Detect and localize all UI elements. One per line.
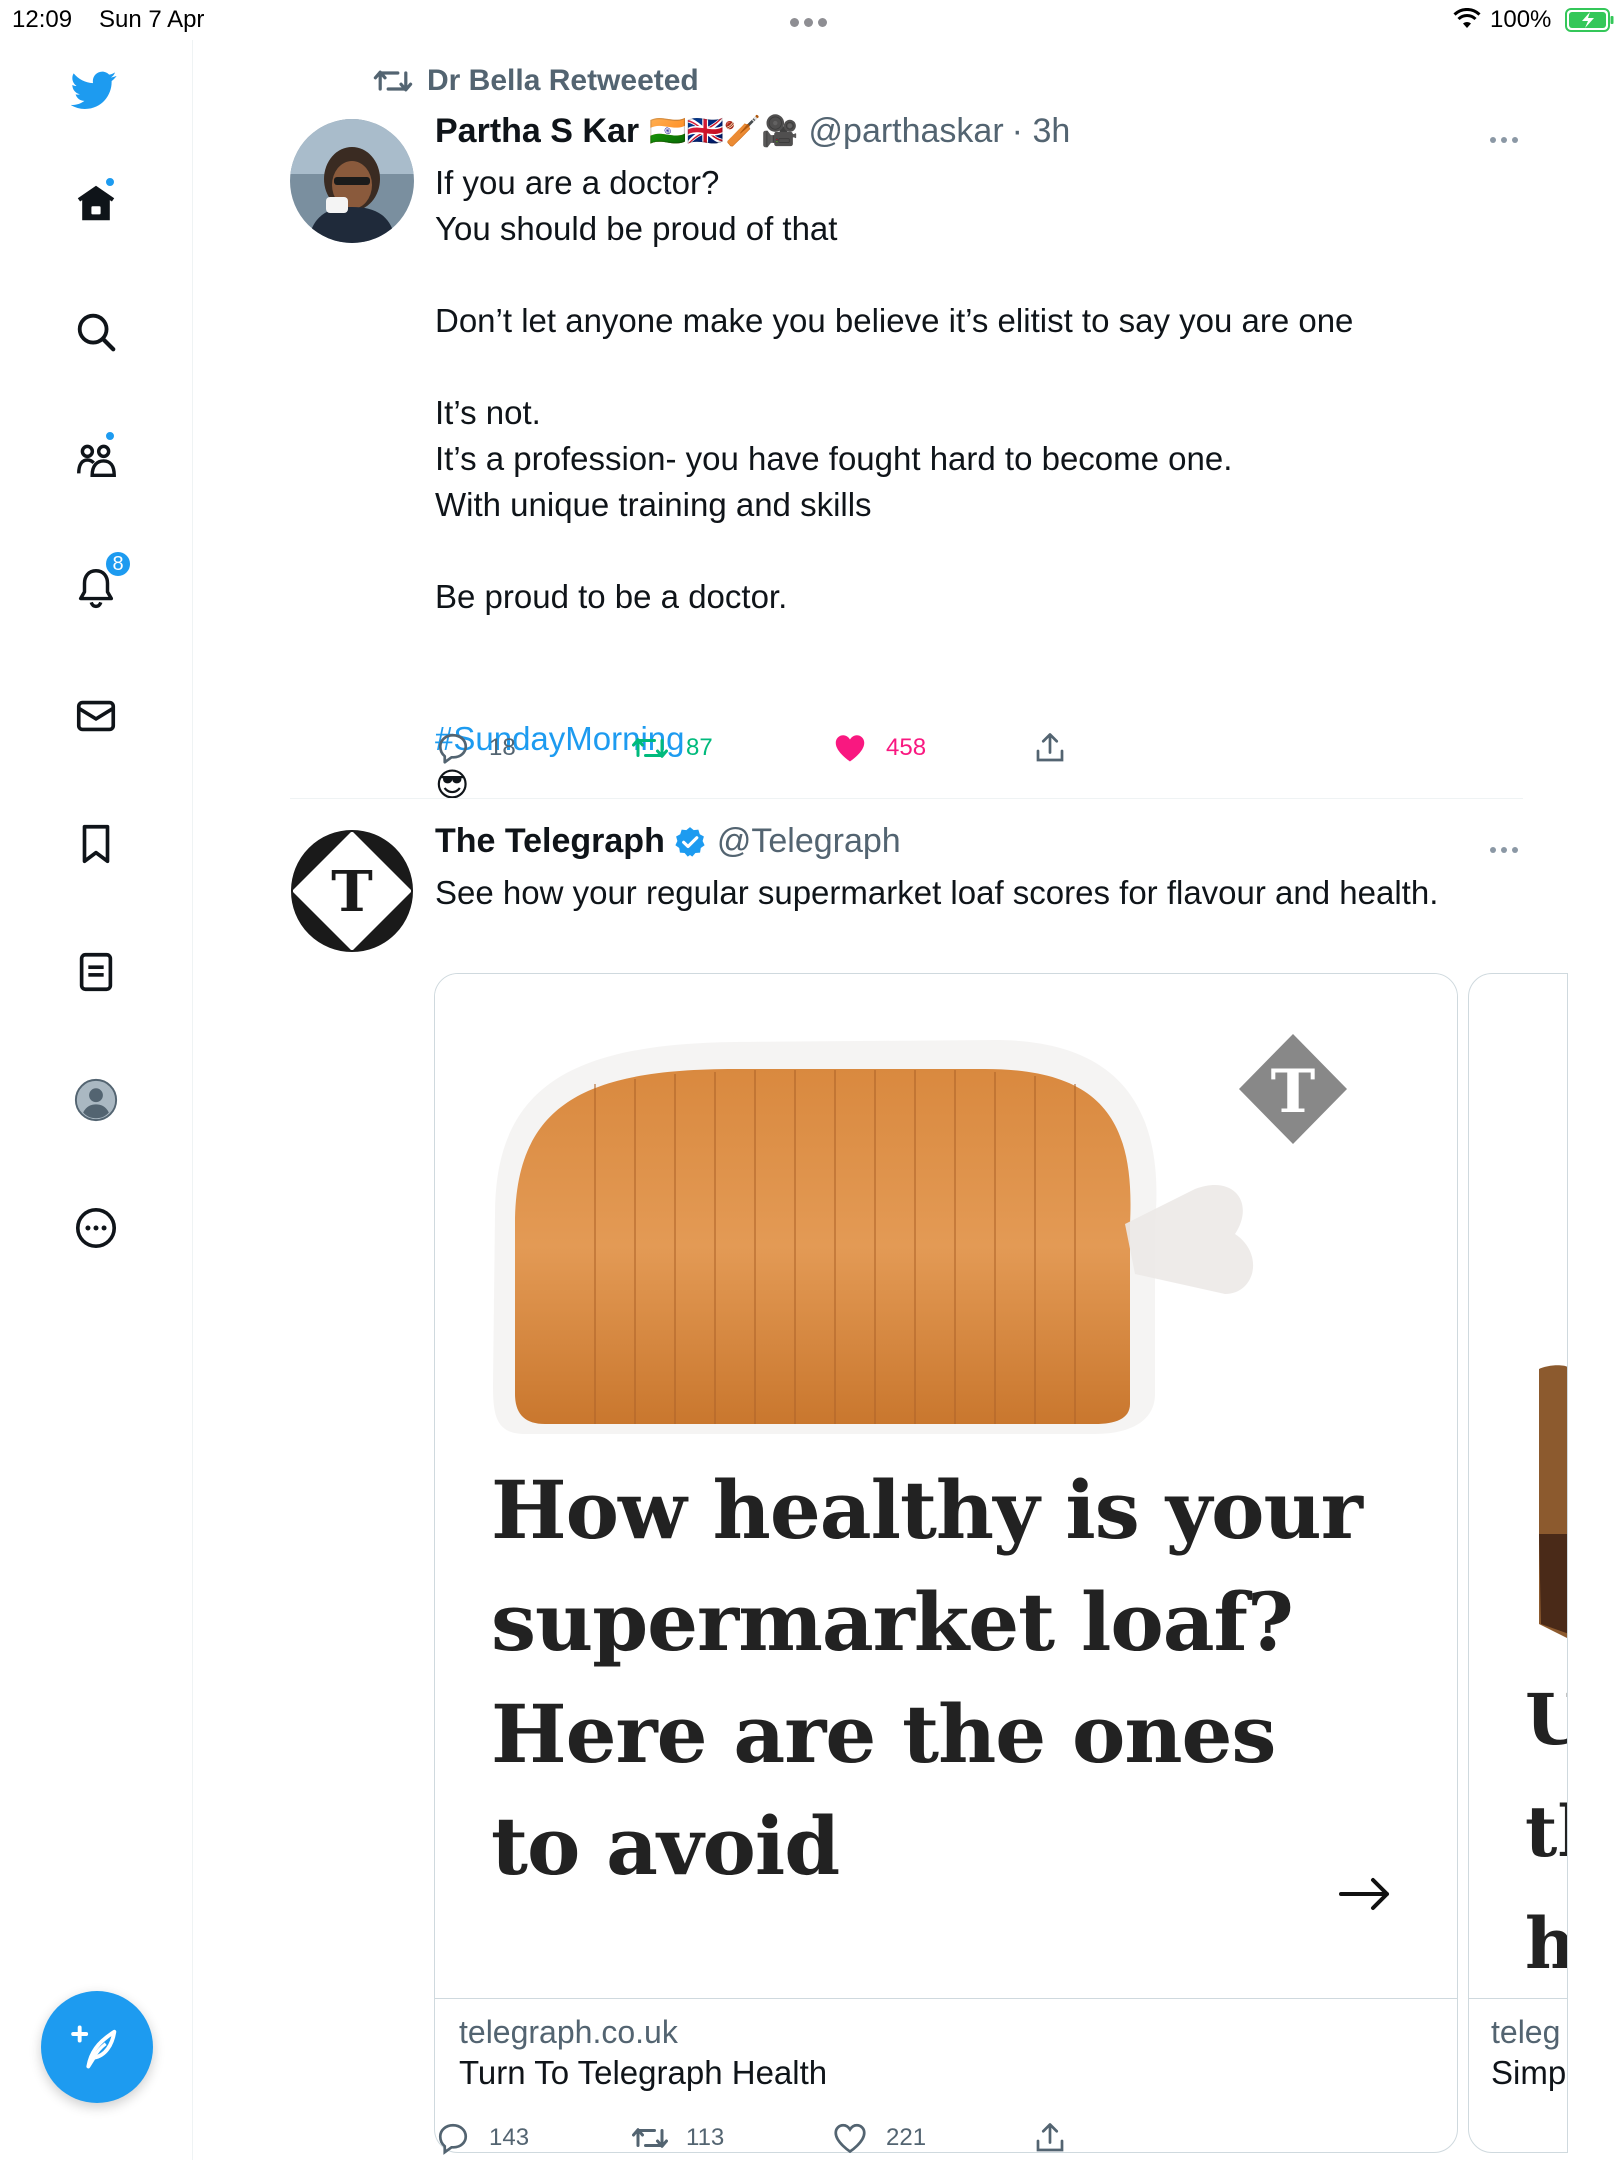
tweet1-time[interactable]: · 3h (1012, 112, 1071, 151)
status-date: Sun 7 Apr (99, 6, 205, 33)
status-bar: 12:09 Sun 7 Apr 100% (0, 0, 1620, 40)
status-time: 12:09 (12, 6, 73, 33)
notifications-badge-count: 8 (104, 550, 132, 578)
home-badge-dot (104, 176, 116, 188)
tweet2-like-count: 221 (886, 2124, 927, 2151)
card-headline: How healthy is your supermarket loaf? He… (491, 1463, 1363, 1893)
communities-badge-dot (104, 430, 116, 442)
tweet2-actions: 143 113 221 (435, 2120, 1135, 2160)
tweet2-share-button[interactable] (1032, 2120, 1086, 2156)
profile-avatar-icon[interactable] (70, 1074, 122, 1126)
twitter-bird-icon[interactable] (68, 64, 120, 116)
bookmarks-icon[interactable] (70, 818, 122, 870)
link-card-2-partial[interactable]: U tl h teleg Simp (1468, 973, 1568, 2153)
link-card[interactable]: T How healthy is your supermarket loaf? … (434, 973, 1458, 2153)
tweet2-reply-button[interactable]: 143 (435, 2120, 529, 2156)
verified-badge-icon (675, 826, 705, 857)
author-avatar-partha[interactable] (290, 119, 414, 243)
telegraph-logo-avatar: T (290, 829, 414, 953)
tweet1-like-count: 458 (886, 734, 927, 761)
multitasking-dots-icon[interactable] (790, 14, 836, 27)
compose-tweet-button[interactable] (41, 1991, 153, 2103)
lists-svg (79, 952, 113, 992)
tweet1-like-button[interactable]: 458 (832, 730, 926, 766)
messages-envelope-icon[interactable] (70, 690, 122, 742)
card2-image: U tl h (1469, 974, 1567, 1999)
tweet1-text: If you are a doctor? You should be proud… (435, 164, 1354, 615)
tweet1-handle[interactable]: @parthaskar (809, 112, 1004, 151)
battery-percent: 100% (1490, 6, 1552, 33)
envelope-svg (76, 700, 116, 732)
search-svg (77, 313, 116, 352)
home-icon[interactable] (70, 176, 122, 230)
reply-icon (438, 2123, 468, 2155)
author-avatar-telegraph[interactable]: T (290, 829, 414, 953)
heart-outline-icon (834, 2123, 866, 2154)
card-title: Turn To Telegraph Health (459, 2054, 828, 2091)
twitter-logo-svg (71, 71, 117, 109)
card2-headline: U tl h (1525, 1678, 1567, 1985)
svg-text:T: T (1271, 1057, 1316, 1127)
heart-filled-icon (835, 735, 865, 762)
tweet1-actions: 18 87 458 (435, 730, 1135, 770)
card2-title: Simp (1491, 2054, 1567, 2091)
tweet1-reply-button[interactable]: 18 (435, 730, 516, 766)
bookmark-svg (82, 824, 110, 864)
tweet2-handle[interactable]: @Telegraph (717, 822, 901, 861)
tweet1-author-emojis: 🇮🇳🇬🇧🏏🎥 (649, 115, 799, 148)
home-svg (77, 185, 115, 221)
sidebar-nav: 8 (0, 40, 193, 2160)
tweet2-more-icon[interactable] (1490, 840, 1526, 853)
retweet-icon (632, 2128, 668, 2148)
tweet1-author-name[interactable]: Partha S Kar (435, 112, 639, 151)
tweet2-reply-count: 143 (489, 2124, 530, 2151)
card-domain: telegraph.co.uk (459, 2014, 678, 2050)
retweet-context-icon (373, 70, 413, 92)
tweet2-author-name[interactable]: The Telegraph (435, 822, 665, 861)
search-icon[interactable] (70, 306, 122, 358)
profile-svg (74, 1078, 118, 1122)
retweet-context[interactable]: Dr Bella Retweeted (373, 64, 699, 98)
compose-feather-icon (71, 2025, 117, 2069)
tweet-divider (290, 798, 1523, 799)
tweet1-retweet-count: 87 (686, 734, 713, 761)
tweet2-header: The Telegraph @Telegraph (435, 822, 901, 861)
tweet1-retweet-button[interactable]: 87 (632, 730, 713, 766)
tweet2-retweet-count: 113 (686, 2124, 725, 2151)
share-icon (1036, 2123, 1064, 2152)
svg-text:T: T (331, 859, 373, 925)
tweet1-reply-count: 18 (489, 734, 516, 761)
tweet2-like-button[interactable]: 221 (832, 2120, 926, 2156)
more-circle-svg (75, 1207, 117, 1249)
tweet2-text: See how your regular supermarket loaf sc… (435, 874, 1439, 911)
share-icon (1036, 733, 1064, 762)
communities-svg (77, 444, 116, 478)
arrow-right-icon (1339, 1878, 1389, 1910)
tweet1-share-button[interactable] (1032, 730, 1086, 766)
tweet1-header: Partha S Kar 🇮🇳🇬🇧🏏🎥 @parthaskar · 3h (435, 112, 1070, 151)
retweet-icon (632, 738, 668, 758)
battery-charging-icon (1565, 8, 1614, 32)
card2-domain: teleg (1491, 2014, 1561, 2050)
card-image: T How healthy is your supermarket loaf? … (435, 974, 1457, 1999)
lists-icon[interactable] (70, 946, 122, 998)
communities-icon[interactable] (70, 430, 122, 486)
wifi-icon (1453, 8, 1481, 28)
notifications-bell-icon[interactable]: 8 (70, 550, 132, 614)
reply-icon (438, 733, 468, 764)
retweeted-by-label: Dr Bella Retweeted (427, 64, 699, 97)
avatar-photo (290, 119, 414, 243)
tweet1-more-icon[interactable] (1490, 130, 1526, 143)
tweet2-retweet-button[interactable]: 113 (632, 2120, 724, 2156)
more-options-icon[interactable] (70, 1202, 122, 1254)
